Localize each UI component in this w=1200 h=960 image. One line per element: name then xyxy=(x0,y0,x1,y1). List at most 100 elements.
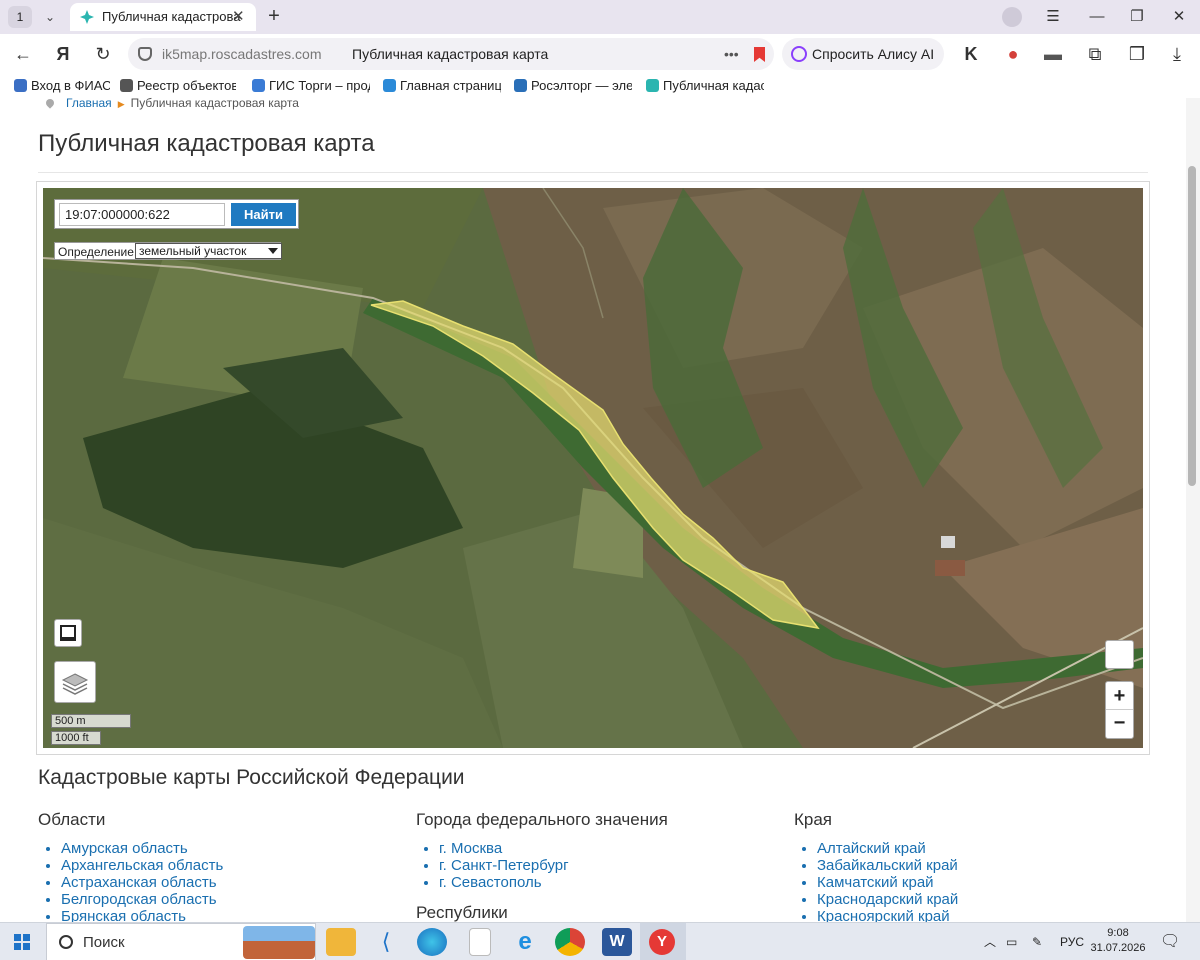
cadastre-favicon-icon xyxy=(80,10,94,24)
more-options-icon[interactable]: ••• xyxy=(724,38,739,70)
list-item: Забайкальский край xyxy=(817,857,958,874)
minimize-icon[interactable]: — xyxy=(1078,0,1116,34)
bookmark-item-cadastre[interactable]: Публичная кадас xyxy=(646,77,764,95)
tray-expand-icon[interactable]: ︿ xyxy=(984,923,996,960)
menu-icon[interactable]: ☰ xyxy=(1034,0,1072,34)
yandex-logo-icon[interactable]: Я xyxy=(50,42,76,66)
main-page-favicon-icon xyxy=(383,79,396,92)
tab-active[interactable]: Публичная кадастрова xyxy=(70,3,256,31)
breadcrumb-home-link[interactable]: Главная xyxy=(66,96,112,110)
list-item: Астраханская область xyxy=(61,874,223,891)
region-link[interactable]: Камчатский край xyxy=(817,874,934,891)
oblasti-column: Области Амурская область Архангельская о… xyxy=(38,810,223,925)
notifications-icon[interactable]: 🗨 xyxy=(1160,923,1180,960)
kraya-heading: Края xyxy=(794,810,833,829)
zoom-out-button[interactable]: − xyxy=(1106,710,1133,738)
taskbar-search-label: Поиск xyxy=(83,934,125,951)
list-item: Амурская область xyxy=(61,840,223,857)
yandex-browser-taskbar-button[interactable]: Y xyxy=(640,923,686,960)
map-tool-button[interactable] xyxy=(1105,640,1134,669)
collections-icon[interactable]: ❒ xyxy=(1124,42,1150,66)
site-security-icon[interactable] xyxy=(138,47,152,61)
definition-select[interactable]: земельный участок xyxy=(135,243,282,259)
bookmark-item-reestr[interactable]: Реестр объектов xyxy=(120,77,236,95)
republics-heading: Республики xyxy=(416,903,508,922)
taskbar-clock[interactable]: 9:08 31.07.2026 xyxy=(1090,926,1146,956)
url-page-title: Публичная кадастровая карта xyxy=(352,46,549,62)
region-link[interactable]: Амурская область xyxy=(61,840,188,857)
cadastral-number-input[interactable] xyxy=(59,203,225,226)
list-item: Алтайский край xyxy=(817,840,958,857)
scale-metric: 500 m xyxy=(51,714,131,728)
fullscreen-toggle[interactable] xyxy=(54,619,82,647)
city-link[interactable]: г. Москва xyxy=(439,840,502,857)
region-link[interactable]: Краснодарский край xyxy=(817,891,958,908)
breadcrumb-separator-icon: ▶ xyxy=(117,99,125,109)
new-tab-icon[interactable]: + xyxy=(262,5,286,29)
extensions-icon[interactable]: ⧉ xyxy=(1082,42,1108,66)
taskbar-search[interactable]: Поиск xyxy=(46,923,316,960)
back-icon[interactable]: ← xyxy=(10,42,36,66)
tab-close-icon[interactable]: ✕ xyxy=(232,3,245,31)
vscode-like-icon[interactable]: ⟨ xyxy=(371,928,401,956)
edge-icon[interactable] xyxy=(417,928,447,956)
layers-icon xyxy=(61,673,89,695)
oblasti-heading: Области xyxy=(38,810,106,829)
definition-label: Определение: xyxy=(58,245,138,259)
windows-start-icon[interactable] xyxy=(14,934,30,950)
list-item: Камчатский край xyxy=(817,874,958,891)
tab-list-chevron-icon[interactable]: ⌄ xyxy=(38,6,62,28)
list-item: г. Санкт-Петербург xyxy=(439,857,668,874)
network-icon[interactable]: ▭ xyxy=(1006,923,1017,960)
file-explorer-icon[interactable] xyxy=(326,928,356,956)
zoom-in-button[interactable]: + xyxy=(1106,682,1133,710)
reload-icon[interactable]: ↻ xyxy=(90,42,116,66)
find-button[interactable]: Найти xyxy=(231,203,296,226)
bookmark-icon[interactable] xyxy=(754,47,765,62)
k-extension-icon[interactable]: K xyxy=(958,42,984,66)
page-title: Публичная кадастровая карта xyxy=(38,130,375,157)
scale-imperial: 1000 ft xyxy=(51,731,101,745)
profile-avatar-icon[interactable] xyxy=(1002,7,1022,27)
close-window-icon[interactable]: ✕ xyxy=(1160,0,1198,34)
region-link[interactable]: Белгородская область xyxy=(61,891,217,908)
city-link[interactable]: г. Санкт-Петербург xyxy=(439,857,569,874)
download-icon[interactable]: ⤓ xyxy=(1164,42,1190,66)
bookmark-item-roseltorg[interactable]: Росэлторг — элек xyxy=(514,77,632,95)
game-extension-icon[interactable]: ● xyxy=(1000,42,1026,66)
chrome-icon[interactable] xyxy=(555,928,585,956)
chevron-down-icon xyxy=(268,248,278,254)
region-link[interactable]: Архангельская область xyxy=(61,857,223,874)
ask-alice-button[interactable]: Спросить Алису AI xyxy=(782,38,944,70)
list-item: г. Москва xyxy=(439,840,668,857)
page-scrollbar[interactable] xyxy=(1186,98,1200,924)
title-divider xyxy=(38,172,1148,173)
region-link[interactable]: Астраханская область xyxy=(61,874,217,891)
location-pin-icon xyxy=(44,97,56,109)
region-link[interactable]: Алтайский край xyxy=(817,840,926,857)
tab-count-badge[interactable]: 1 xyxy=(8,6,32,28)
language-indicator[interactable]: РУС xyxy=(1060,923,1084,960)
document-icon[interactable] xyxy=(469,928,491,956)
internet-explorer-icon[interactable]: e xyxy=(510,928,540,956)
word-icon[interactable]: W xyxy=(602,928,632,956)
cities-column: Города федерального значения г. Москва г… xyxy=(416,810,668,891)
pen-icon[interactable]: ✎ xyxy=(1032,923,1042,960)
bookmark-item-main-page[interactable]: Главная страница xyxy=(383,77,501,95)
regions-title: Кадастровые карты Российской Федерации xyxy=(38,766,465,789)
layers-button[interactable] xyxy=(54,661,96,703)
zoom-control: + − xyxy=(1105,681,1134,739)
scrollbar-thumb[interactable] xyxy=(1188,166,1196,486)
restore-icon[interactable]: ❐ xyxy=(1118,0,1156,34)
wallet-extension-icon[interactable]: ▬ xyxy=(1040,42,1066,66)
address-bar[interactable]: ik5map.roscadastres.com Публичная кадаст… xyxy=(128,38,774,70)
bookmark-item-gis-torgi[interactable]: ГИС Торги – прод xyxy=(252,77,370,95)
list-item: Краснодарский край xyxy=(817,891,958,908)
kraya-column: Края Алтайский край Забайкальский край К… xyxy=(794,810,958,925)
cadastral-map[interactable]: Найти Определение: земельный участок 500… xyxy=(43,188,1143,748)
region-link[interactable]: Забайкальский край xyxy=(817,857,958,874)
bookmarks-bar: Вход в ФИАС Реестр объектов ГИС Торги – … xyxy=(0,74,1200,98)
city-link[interactable]: г. Севастополь xyxy=(439,874,542,891)
map-frame: Найти Определение: земельный участок 500… xyxy=(36,181,1150,755)
bookmark-item-fias[interactable]: Вход в ФИАС xyxy=(14,77,110,95)
